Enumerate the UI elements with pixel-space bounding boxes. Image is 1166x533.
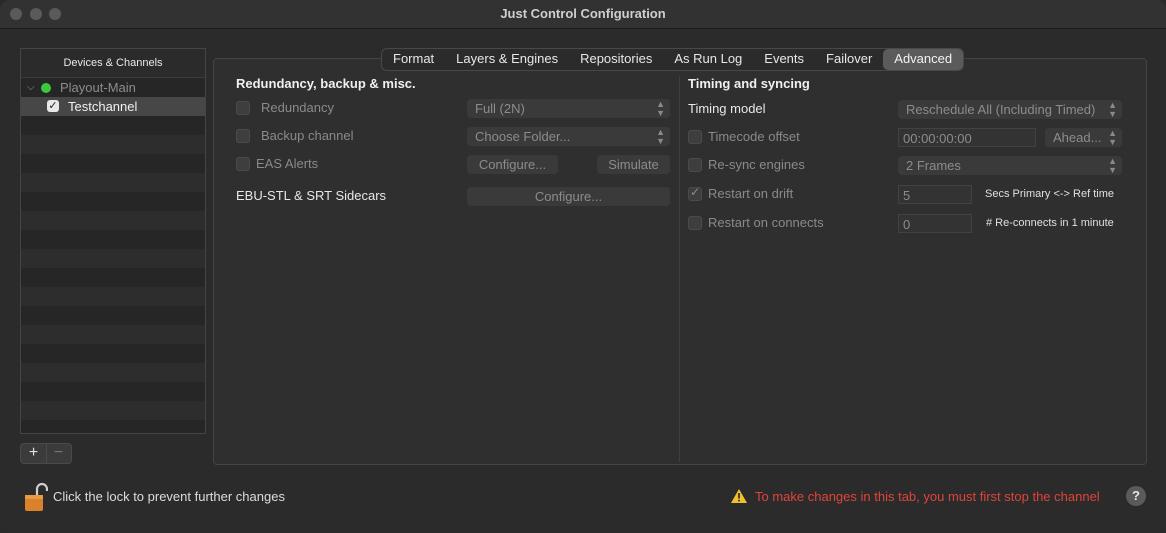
empty-row (21, 249, 205, 268)
warning-icon (731, 489, 747, 503)
popup-arrows-icon: ▲ ▼ (656, 99, 665, 118)
stop-channel-warning: To make changes in this tab, you must fi… (755, 489, 1100, 504)
popup-arrows-icon: ▲ ▼ (1108, 100, 1117, 119)
redundancy-popup[interactable]: Full (2N) ▲ ▼ (467, 99, 670, 118)
tab-as-run-log[interactable]: As Run Log (663, 49, 753, 70)
restart-on-connects-label: Restart on connects (708, 215, 824, 230)
tab-repositories[interactable]: Repositories (569, 49, 663, 70)
redundancy-label: Redundancy (261, 100, 334, 115)
help-button[interactable]: ? (1126, 486, 1146, 506)
tab-format[interactable]: Format (382, 49, 445, 70)
sidebar-item-playout-main[interactable]: ⌵ Playout-Main (21, 78, 205, 97)
sidebar-header: Devices & Channels (21, 49, 205, 78)
backup-folder-value: Choose Folder... (475, 129, 571, 144)
timecode-offset-label: Timecode offset (708, 129, 800, 144)
title-bar: Just Control Configuration (0, 0, 1166, 29)
tab-events[interactable]: Events (753, 49, 815, 70)
empty-row (21, 344, 205, 363)
empty-row (21, 325, 205, 344)
timing-section-title: Timing and syncing (688, 76, 810, 91)
redundancy-popup-value: Full (2N) (475, 101, 525, 116)
backup-channel-label: Backup channel (261, 128, 354, 143)
popup-arrows-icon: ▲ ▼ (1108, 128, 1117, 147)
add-channel-button[interactable]: + (21, 444, 47, 463)
tab-advanced[interactable]: Advanced (883, 49, 964, 70)
eas-alerts-label: EAS Alerts (256, 156, 319, 171)
app-window: Just Control Configuration Devices & Cha… (0, 0, 1166, 533)
sidebar-rows: ⌵ Playout-Main ✓ Testchannel (21, 78, 205, 433)
timecode-direction-value: Ahead... (1053, 130, 1102, 145)
devices-channels-list: Devices & Channels ⌵ Playout-Main ✓ Test… (20, 48, 206, 434)
remove-channel-button[interactable]: − (46, 444, 71, 463)
restart-on-connects-checkbox[interactable] (688, 216, 702, 230)
add-remove-control: + − (20, 443, 72, 464)
ebu-stl-label: EBU-STL & SRT Sidecars (236, 188, 387, 203)
sidebar-item-label: Playout-Main (60, 80, 136, 95)
ebu-configure-button[interactable]: Configure... (467, 187, 670, 206)
restart-on-drift-label: Restart on drift (708, 186, 794, 201)
empty-row (21, 382, 205, 401)
empty-row (21, 230, 205, 249)
settings-panel (213, 58, 1147, 465)
empty-row (21, 173, 205, 192)
popup-arrows-icon: ▲ ▼ (1108, 156, 1117, 175)
status-dot-icon (41, 83, 51, 93)
timecode-direction-popup[interactable]: Ahead... ▲ ▼ (1045, 128, 1122, 147)
tab-failover[interactable]: Failover (815, 49, 883, 70)
empty-row (21, 287, 205, 306)
empty-row (21, 154, 205, 173)
empty-row (21, 420, 205, 433)
reconnects-unit-label: # Re-connects in 1 minute (986, 217, 1114, 229)
reconnects-field[interactable]: 0 (898, 214, 972, 233)
empty-row (21, 135, 205, 154)
empty-row (21, 306, 205, 325)
lock-instruction-text: Click the lock to prevent further change… (53, 489, 285, 504)
popup-arrows-icon: ▲ ▼ (656, 127, 665, 146)
eas-simulate-button[interactable]: Simulate (597, 155, 670, 174)
eas-alerts-checkbox[interactable] (236, 157, 250, 171)
drift-unit-label: Secs Primary <-> Ref time (985, 188, 1114, 200)
empty-row (21, 192, 205, 211)
empty-row (21, 268, 205, 287)
drift-seconds-field[interactable]: 5 (898, 185, 972, 204)
sidebar-item-label: Testchannel (68, 99, 138, 114)
resync-frames-value: 2 Frames (906, 158, 961, 173)
section-divider (679, 76, 680, 462)
resync-engines-label: Re-sync engines (708, 157, 805, 172)
empty-row (21, 116, 205, 135)
timing-model-popup[interactable]: Reschedule All (Including Timed) ▲ ▼ (898, 100, 1122, 119)
redundancy-checkbox[interactable] (236, 101, 250, 115)
eas-configure-button[interactable]: Configure... (467, 155, 558, 174)
restart-on-drift-checkbox[interactable] (688, 185, 702, 201)
timing-model-label: Timing model (688, 101, 766, 116)
redundancy-section-title: Redundancy, backup & misc. (236, 76, 416, 91)
resync-engines-checkbox[interactable] (688, 158, 702, 172)
resync-frames-popup[interactable]: 2 Frames ▲ ▼ (898, 156, 1122, 175)
timecode-offset-field[interactable]: 00:00:00:00 (898, 128, 1036, 147)
empty-row (21, 363, 205, 382)
backup-folder-popup[interactable]: Choose Folder... ▲ ▼ (467, 127, 670, 146)
empty-row (21, 211, 205, 230)
timecode-offset-checkbox[interactable] (688, 130, 702, 144)
tab-layers-engines[interactable]: Layers & Engines (445, 49, 569, 70)
unlock-icon[interactable] (24, 481, 49, 513)
window-title: Just Control Configuration (500, 6, 666, 21)
timing-model-value: Reschedule All (Including Timed) (906, 102, 1096, 117)
backup-channel-checkbox[interactable] (236, 129, 250, 143)
disclosure-chevron-icon[interactable]: ⌵ (27, 78, 35, 97)
empty-row (21, 401, 205, 420)
testchannel-checkbox[interactable]: ✓ (47, 100, 59, 112)
tab-bar: Format Layers & Engines Repositories As … (381, 48, 965, 71)
sidebar-item-testchannel[interactable]: ✓ Testchannel (21, 97, 205, 116)
